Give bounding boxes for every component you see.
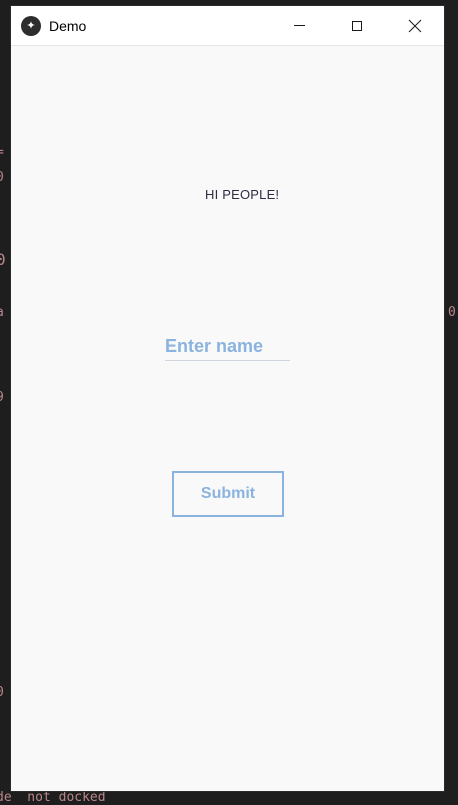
name-input[interactable]: [165, 332, 290, 361]
minimize-icon: [293, 25, 305, 26]
maximize-icon: [352, 20, 362, 31]
background-code-fragment: 0: [0, 170, 4, 185]
background-code-fragment: 0: [0, 685, 4, 700]
window-controls: [270, 6, 444, 45]
main-content: HI PEOPLE! Submit: [11, 45, 444, 791]
submit-button[interactable]: Submit: [172, 471, 284, 517]
background-code-fragment: 0: [0, 250, 6, 269]
background-code-fragment: =: [0, 145, 4, 160]
kivy-logo-icon: ✦: [21, 15, 41, 36]
background-code-fragment: 9: [0, 390, 4, 405]
app-window: ✦ Demo HI PEOPLE! Submit: [10, 5, 445, 792]
background-code-fragment: a: [0, 305, 4, 320]
minimize-button[interactable]: [270, 6, 328, 45]
background-code-fragment: 0: [448, 305, 456, 320]
greeting-label: HI PEOPLE!: [205, 187, 280, 202]
window-title: Demo: [49, 17, 87, 34]
close-button[interactable]: [386, 6, 444, 45]
background-status-text: de not docked: [0, 790, 106, 805]
close-icon: [408, 19, 422, 33]
title-bar[interactable]: ✦ Demo: [11, 6, 444, 46]
maximize-button[interactable]: [328, 6, 386, 45]
